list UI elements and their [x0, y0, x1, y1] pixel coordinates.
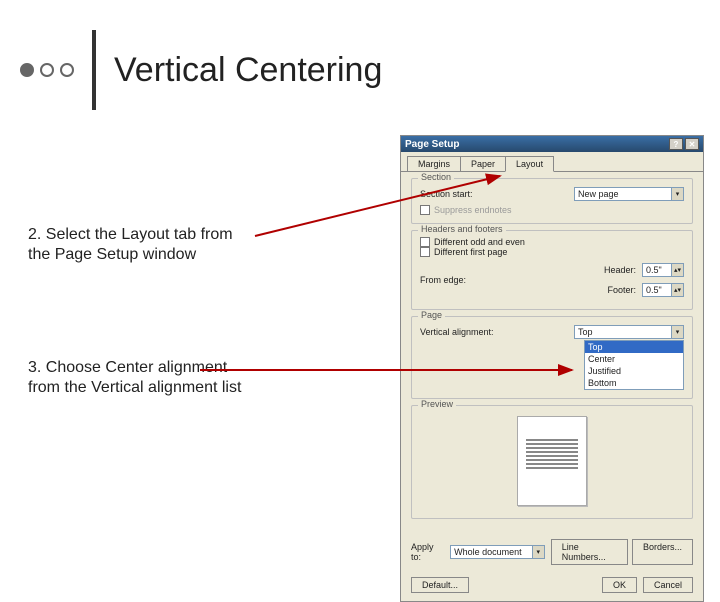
line-numbers-button[interactable]: Line Numbers... — [551, 539, 628, 565]
apply-to-dropdown[interactable]: Whole document ▾ — [450, 545, 545, 559]
footer-label: Footer: — [607, 285, 636, 295]
tab-paper[interactable]: Paper — [460, 156, 506, 172]
borders-button[interactable]: Borders... — [632, 539, 693, 565]
slide-divider — [92, 30, 96, 110]
suppress-endnotes-checkbox[interactable] — [420, 205, 430, 215]
slide-header: Vertical Centering — [20, 30, 382, 110]
close-button[interactable]: ✕ — [685, 138, 699, 150]
valign-list[interactable]: Top Center Justified Bottom — [584, 340, 684, 390]
section-start-dropdown[interactable]: New page ▾ — [574, 187, 684, 201]
section-start-label: Section start: — [420, 189, 473, 199]
dialog-title: Page Setup — [405, 139, 459, 150]
section-start-value: New page — [575, 188, 671, 200]
tab-margins[interactable]: Margins — [407, 156, 461, 172]
page-group-label: Page — [418, 310, 445, 320]
ok-button[interactable]: OK — [602, 577, 637, 593]
slide-bullets — [20, 63, 74, 77]
spinner-icon: ▴▾ — [671, 284, 683, 296]
help-button[interactable]: ? — [669, 138, 683, 150]
instruction-step-2: 2. Select the Layout tab from the Page S… — [28, 225, 258, 265]
suppress-endnotes-label: Suppress endnotes — [434, 205, 512, 215]
valign-option-center[interactable]: Center — [585, 353, 683, 365]
first-page-checkbox[interactable] — [420, 247, 430, 257]
header-spinner[interactable]: 0.5"▴▾ — [642, 263, 684, 277]
section-group: Section Section start: New page ▾ Suppre… — [411, 178, 693, 224]
dialog-buttons: Default... OK Cancel — [401, 571, 703, 601]
cancel-button[interactable]: Cancel — [643, 577, 693, 593]
hf-group-label: Headers and footers — [418, 224, 506, 234]
first-page-label: Different first page — [434, 247, 507, 257]
headers-footers-group: Headers and footers Different odd and ev… — [411, 230, 693, 310]
footer-value: 0.5" — [643, 284, 671, 296]
header-label: Header: — [604, 265, 636, 275]
valign-dropdown[interactable]: Top ▾ — [574, 325, 684, 339]
from-edge-label: From edge: — [420, 275, 466, 285]
page-setup-dialog: Page Setup ? ✕ Margins Paper Layout Sect… — [400, 135, 704, 602]
layout-pane: Section Section start: New page ▾ Suppre… — [401, 171, 703, 533]
valign-label: Vertical alignment: — [420, 327, 494, 337]
apply-row: Apply to: Whole document ▾ Line Numbers.… — [401, 533, 703, 571]
chevron-down-icon: ▾ — [671, 188, 683, 200]
valign-option-justified[interactable]: Justified — [585, 365, 683, 377]
slide-title: Vertical Centering — [114, 51, 382, 90]
instruction-step-3: 3. Choose Center alignment from the Vert… — [28, 358, 258, 398]
odd-even-label: Different odd and even — [434, 237, 525, 247]
apply-to-label: Apply to: — [411, 542, 444, 562]
chevron-down-icon: ▾ — [532, 546, 544, 558]
dialog-titlebar: Page Setup ? ✕ — [401, 136, 703, 152]
section-group-label: Section — [418, 172, 454, 182]
footer-spinner[interactable]: 0.5"▴▾ — [642, 283, 684, 297]
page-group: Page Vertical alignment: Top ▾ Top Cente… — [411, 316, 693, 399]
apply-to-value: Whole document — [451, 546, 532, 558]
odd-even-checkbox[interactable] — [420, 237, 430, 247]
chevron-down-icon: ▾ — [671, 326, 683, 338]
preview-group: Preview — [411, 405, 693, 519]
valign-option-top[interactable]: Top — [585, 341, 683, 353]
header-value: 0.5" — [643, 264, 671, 276]
valign-value: Top — [575, 326, 671, 338]
default-button[interactable]: Default... — [411, 577, 469, 593]
preview-page-icon — [517, 416, 587, 506]
preview-group-label: Preview — [418, 399, 456, 409]
spinner-icon: ▴▾ — [671, 264, 683, 276]
tab-layout[interactable]: Layout — [505, 156, 554, 172]
valign-option-bottom[interactable]: Bottom — [585, 377, 683, 389]
tab-strip: Margins Paper Layout — [401, 152, 703, 172]
